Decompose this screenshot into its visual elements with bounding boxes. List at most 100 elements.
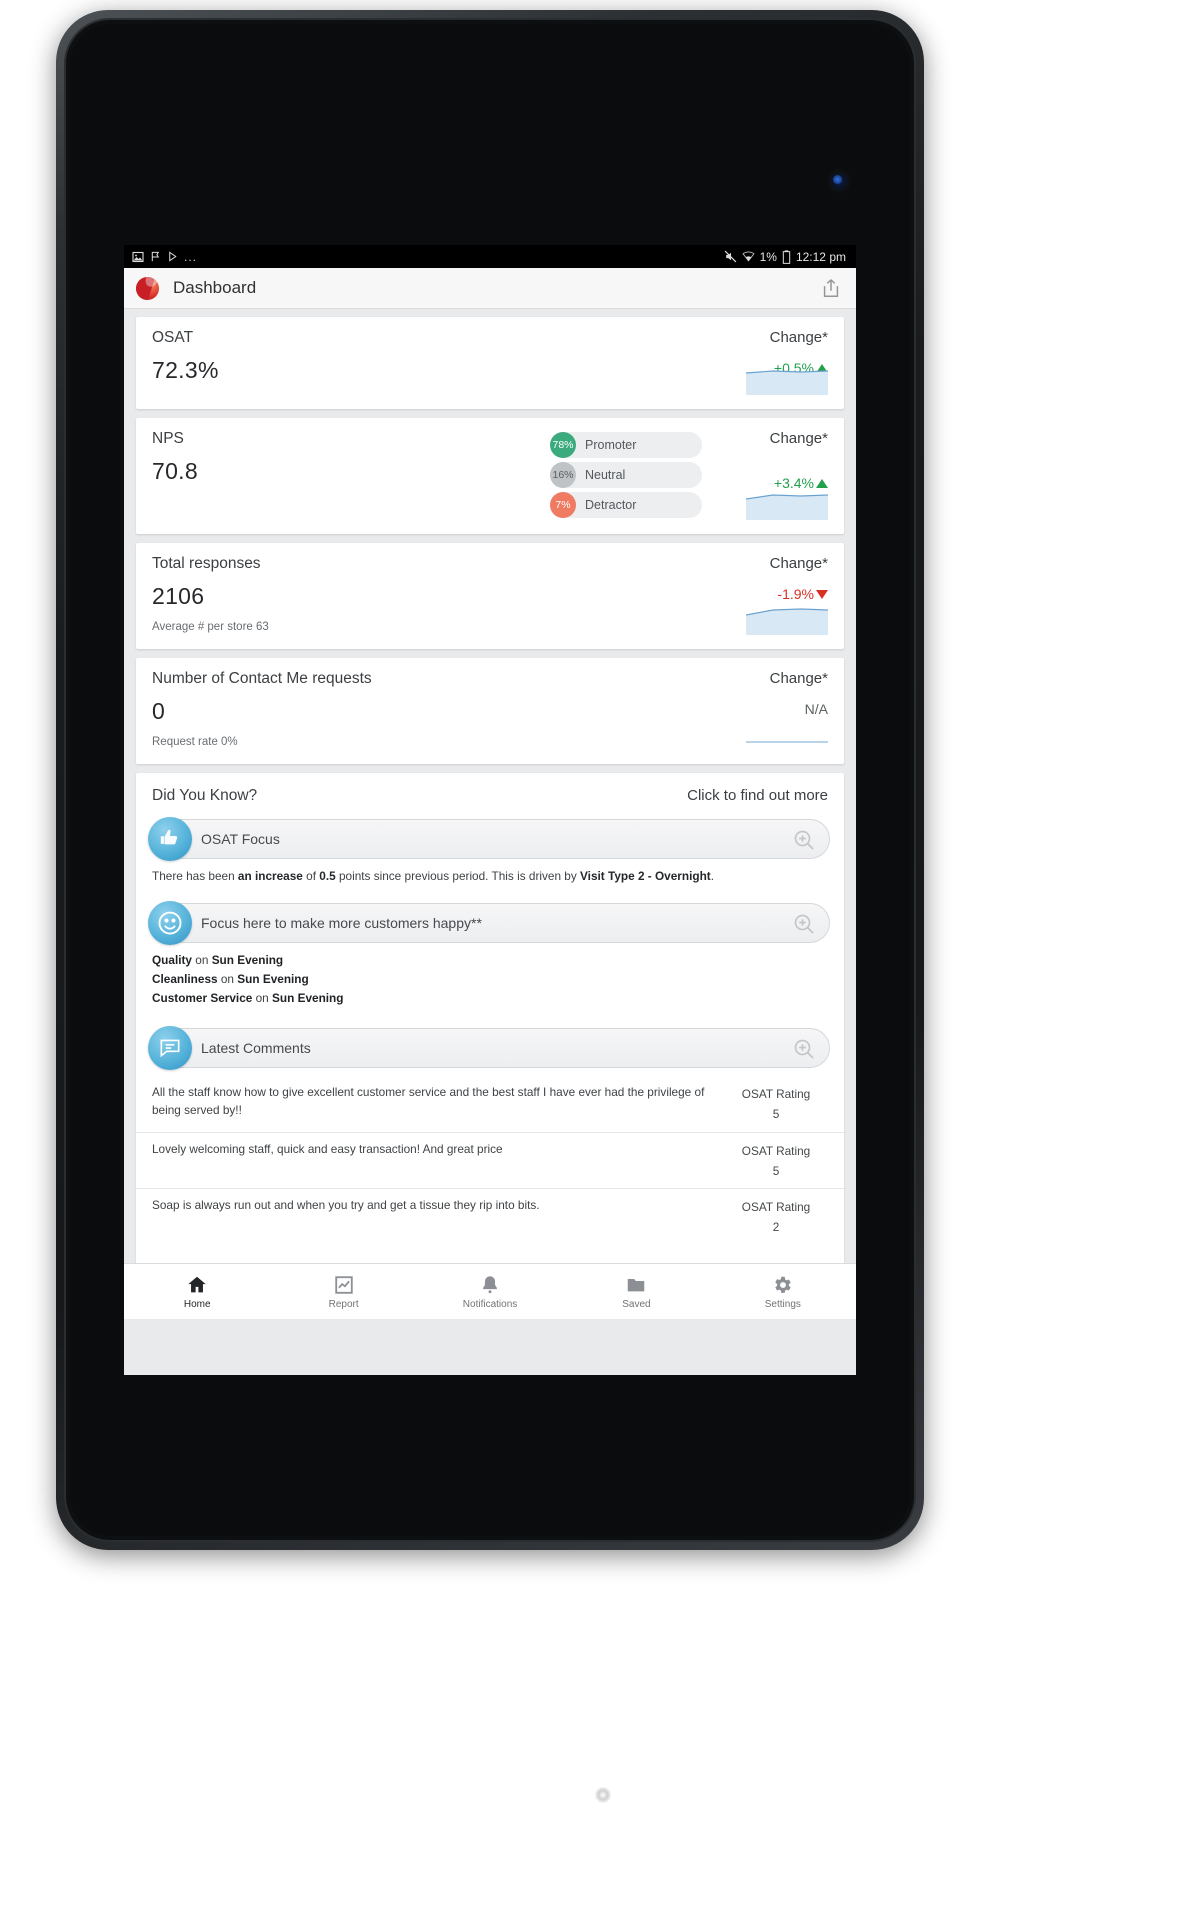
kpi-card-nps-change: Change* +3.4% [710, 430, 828, 520]
nav-label: Saved [622, 1298, 651, 1310]
table-row[interactable]: Soap is always run out and when you try … [136, 1187, 844, 1244]
sparkline-total-responses [746, 608, 828, 635]
kpi-value: 72.3% [152, 357, 219, 383]
trend-up-icon [816, 478, 828, 488]
kpi-card-contact-change: Change* N/A [710, 670, 828, 748]
kpi-card-total-left: Total responses 2106 Average # per store… [152, 555, 710, 633]
kpi-card-contact-me[interactable]: Number of Contact Me requests 0 Request … [136, 658, 844, 764]
insight-osat-focus-text: There has been an increase of 0.5 points… [152, 869, 714, 883]
kpi-card-contact-left: Number of Contact Me requests 0 Request … [152, 670, 710, 748]
nps-segment-detractor[interactable]: 7% Detractor [550, 492, 702, 518]
smiley-icon [148, 901, 192, 946]
comment-rating-value: 5 [772, 1163, 780, 1178]
nav-item-report[interactable]: Report [270, 1274, 416, 1310]
kpi-card-nps[interactable]: NPS 70.8 78% Promoter 16% Neutral 7% Det… [136, 418, 844, 534]
insight-happy-focus[interactable]: Focus here to make more customers happy*… [148, 901, 830, 946]
insight-label: Latest Comments [201, 1040, 311, 1057]
app-logo-icon [136, 276, 159, 300]
change-value: +3.4% [773, 475, 814, 491]
trend-down-icon [816, 589, 828, 599]
focus-kpi-list: Quality on Sun Evening Cleanliness on Su… [136, 943, 844, 1018]
comment-rating: OSAT Rating 5 [724, 1084, 828, 1124]
kpi-card-total-change: Change* -1.9% [710, 555, 828, 635]
wifi-icon [742, 250, 755, 263]
nav-label: Home [183, 1298, 211, 1310]
change-value: -1.9% [777, 586, 814, 602]
status-bar-left: ... [132, 250, 197, 263]
insight-label: Focus here to make more customers happy*… [201, 915, 482, 932]
comment-rating-label: OSAT Rating [741, 1087, 811, 1102]
did-you-know-title: Did You Know? [152, 787, 258, 804]
comment-rating-label: OSAT Rating [741, 1143, 811, 1158]
comment-rating-label: OSAT Rating [741, 1199, 811, 1214]
bottom-navigation[interactable]: Home Report Notifications Saved Settings [124, 1263, 856, 1319]
nav-item-settings[interactable]: Settings [710, 1274, 856, 1310]
kpi-card-osat-left: OSAT 72.3% [152, 329, 710, 393]
insight-latest-comments[interactable]: Latest Comments [148, 1026, 830, 1071]
focus-list-item: Cleanliness on Sun Evening [152, 972, 309, 987]
share-button[interactable] [820, 276, 842, 300]
kpi-subtext: Request rate 0% [152, 736, 238, 748]
nps-pct-badge: 78% [550, 432, 576, 458]
kpi-title: NPS [152, 430, 184, 447]
kpi-value: 2106 [152, 583, 205, 609]
nps-pct-badge: 16% [550, 462, 576, 488]
sparkline-contact-me [746, 741, 828, 743]
zoom-in-icon[interactable] [792, 912, 816, 936]
change-value-wrap: -1.9% [710, 586, 828, 602]
status-overflow-label: ... [184, 249, 198, 264]
comment-rating-value: 5 [772, 1107, 780, 1122]
nps-segment-list: 78% Promoter 16% Neutral 7% Detractor [550, 430, 710, 518]
status-bar: ... 1% 12:12 pm [124, 245, 856, 268]
kpi-value: 70.8 [152, 458, 198, 484]
kpi-card-osat-change: Change* +0.5% [710, 329, 828, 395]
did-you-know-card[interactable]: Did You Know? Click to find out more OSA… [136, 773, 844, 1306]
home-indicator-led [595, 1787, 611, 1803]
nps-segment-label: Detractor [585, 498, 637, 512]
kpi-title: Number of Contact Me requests [152, 670, 372, 687]
battery-icon [782, 249, 791, 264]
chart-icon [333, 1274, 355, 1296]
nps-segment-label: Promoter [585, 438, 637, 452]
change-label: Change* [769, 670, 828, 687]
table-row[interactable]: Lovely welcoming staff, quick and easy t… [136, 1131, 844, 1188]
app-bar: Dashboard [124, 268, 856, 309]
kpi-title: Total responses [152, 555, 261, 572]
nav-item-saved[interactable]: Saved [563, 1274, 709, 1310]
change-value: N/A [804, 701, 828, 717]
flag-icon [150, 250, 161, 263]
image-icon [132, 251, 144, 263]
comment-rating: OSAT Rating 5 [724, 1141, 828, 1181]
kpi-subtext: Average # per store 63 [152, 621, 269, 633]
clock-label: 12:12 pm [795, 249, 846, 264]
kpi-value: 0 [152, 698, 166, 724]
comment-icon [148, 1026, 192, 1071]
battery-percent-label: 1% [759, 249, 777, 264]
find-out-more-link[interactable]: Click to find out more [687, 787, 828, 804]
change-value-wrap: N/A [710, 701, 828, 717]
kpi-card-nps-left: NPS 70.8 [152, 430, 550, 518]
status-bar-right: 1% 12:12 pm [724, 250, 846, 264]
nps-segment-label: Neutral [585, 468, 626, 482]
change-label: Change* [769, 329, 828, 346]
play-icon [167, 250, 178, 263]
page-title: Dashboard [173, 278, 257, 297]
change-label: Change* [769, 430, 828, 447]
nav-item-notifications[interactable]: Notifications [417, 1274, 563, 1310]
screenshot-root: ... 1% 12:12 pm Dashboard OSAT 72.3% Cha… [0, 0, 1200, 1920]
device-screen: ... 1% 12:12 pm Dashboard OSAT 72.3% Cha… [124, 245, 856, 1375]
zoom-in-icon[interactable] [792, 828, 816, 852]
mute-icon [724, 250, 737, 263]
dashboard-content[interactable]: OSAT 72.3% Change* +0.5% NPS 70.8 78% Pr… [124, 309, 856, 1319]
nps-segment-promoter[interactable]: 78% Promoter [550, 432, 702, 458]
nav-item-home[interactable]: Home [124, 1274, 270, 1310]
table-row[interactable]: All the staff know how to give excellent… [136, 1074, 844, 1131]
nps-segment-neutral[interactable]: 16% Neutral [550, 462, 702, 488]
insight-osat-focus[interactable]: OSAT Focus [148, 817, 830, 861]
kpi-card-osat[interactable]: OSAT 72.3% Change* +0.5% [136, 317, 844, 409]
zoom-in-icon[interactable] [792, 1037, 816, 1061]
front-camera-lens-icon [833, 175, 842, 184]
insight-label: OSAT Focus [201, 831, 280, 847]
kpi-card-total-responses[interactable]: Total responses 2106 Average # per store… [136, 543, 844, 649]
comment-text: All the staff know how to give excellent… [152, 1085, 705, 1118]
